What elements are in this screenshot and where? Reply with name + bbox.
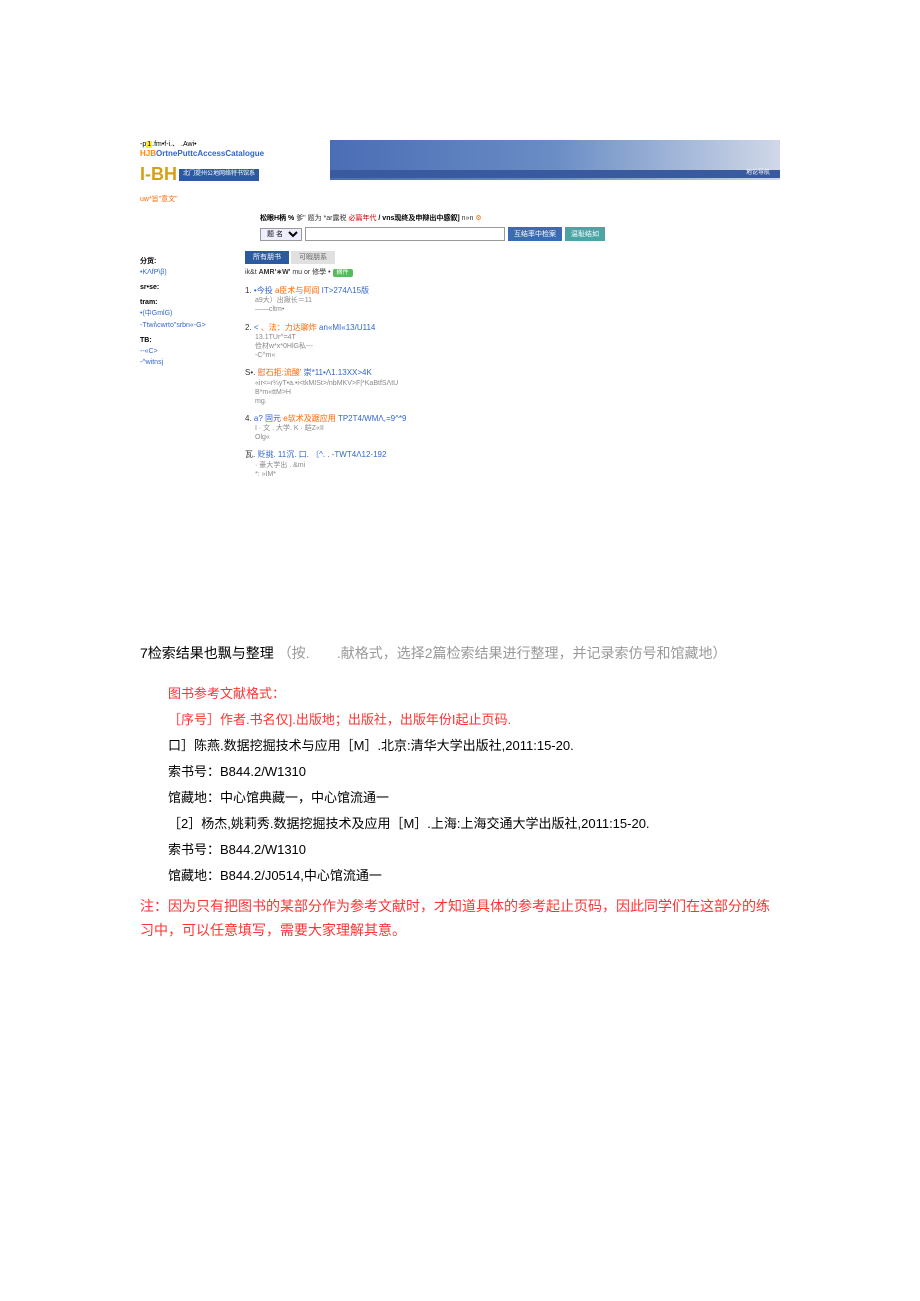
- exercise-section: 7检索结果也飘与整理 （按. .献格式，选择2篇检索结果进行整理，并记录索仿号和…: [140, 639, 780, 943]
- result-item: 瓦. 贬挑. 11沉. 口. 〔^. . -TWT4Λ12-192 · 豪大学出…: [245, 450, 780, 479]
- call2-val: B844.2/W1310: [220, 842, 306, 857]
- banner-text[interactable]: 地论导航: [746, 170, 770, 178]
- facet-tram-link[interactable]: •(中GmlG): [140, 309, 235, 318]
- logo-area: -p1.fm•f-i.、 .Awi• HJBOrtnePuttcAccessCa…: [140, 140, 310, 204]
- filter-rest: mu or 修學 •: [292, 269, 330, 276]
- result-item: 1. •今投 a臣术与阿阎 IT>274Λ15版 a9大）出揪长＝11 ——cl…: [245, 286, 780, 315]
- result-item: S•. 慰石拒:流酸' 崇*11•Λ1.13XX>4K «ir<≈r¼yT•a.…: [245, 368, 780, 406]
- result-sub1: I · 文 . 大学. K · 皑Z«II: [255, 424, 780, 433]
- results-area: 所有朋书 可暇朋系 ik&t AMR'∗W' mu or 修學 • 摘件 1. …: [245, 251, 780, 479]
- result-sub3: mg.: [255, 397, 780, 406]
- result-sub2: 俭材w*x*0HlG私---: [255, 342, 780, 351]
- tab-available[interactable]: 可暇朋系: [291, 251, 335, 264]
- loc2-val: B844.2/J0514,中心馆流通一: [220, 868, 382, 883]
- q7-grey1: （按.: [278, 645, 310, 661]
- brand-ibh: I-BH: [140, 163, 177, 186]
- loc1-label: 馆藏地：: [168, 790, 220, 805]
- facet-w-link[interactable]: -^witnsj: [140, 358, 235, 367]
- reset-button[interactable]: 温耻结如: [565, 227, 605, 241]
- filter-amr: AMR'∗W': [259, 269, 291, 276]
- note-text: 注：因为只有把图书的某部分作为参考文献时，才知道具体的参考起止页码，因此同学们在…: [140, 895, 780, 943]
- facet-tt-link[interactable]: -Ttwi\cwrto"srbn«-G>: [140, 321, 235, 330]
- header-banner: 地论导航: [330, 140, 780, 180]
- result-sub1: · 豪大学出 . &mi: [255, 461, 780, 470]
- question-7-title: 7检索结果也飘与整理 （按. .献格式，选择2篇检索结果进行整理，并记录索仿号和…: [140, 639, 780, 667]
- search-input[interactable]: [305, 227, 505, 241]
- loc1-val: 中心馆典藏一，中心馆流通一: [220, 790, 389, 805]
- facet-category-label: 分货:: [140, 257, 235, 266]
- brand-tag: 北门提州公地网络特书馆系: [179, 169, 259, 181]
- search-bar: 题 名 互结率中检案 温耻结如: [260, 227, 780, 241]
- result-title[interactable]: 2. < 、法：力达聊炸 an«MI«13/U114: [245, 323, 780, 333]
- result-sub2: B*m«ttM>H: [255, 388, 780, 397]
- reference-1: 口］陈燕.数据挖掘技术与应用［M］.北京:清华大学出版社,2011:15-20.: [168, 733, 780, 759]
- logo-line1: -p1.fm•f-i.、 .Awi•: [140, 140, 310, 149]
- reference-2: ［2］杨杰,姚莉秀.数据挖掘技术及应用［M］.上海:上海交通大学出版社,2011…: [168, 811, 780, 837]
- call-number-1: 索书号：B844.2/W1310: [168, 759, 780, 785]
- call1-label: 索书号：: [168, 764, 220, 779]
- result-title[interactable]: 瓦. 贬挑. 11沉. 口. 〔^. . -TWT4Λ12-192: [245, 450, 780, 460]
- result-sub2: Olg«: [255, 433, 780, 442]
- call-number-2: 索书号：B844.2/W1310: [168, 837, 780, 863]
- result-title[interactable]: 1. •今投 a臣术与阿阎 IT>274Λ15版: [245, 286, 780, 296]
- field-select[interactable]: 题 名: [260, 228, 302, 241]
- filter-chip[interactable]: 摘件: [333, 269, 353, 277]
- facet-tb-label: TB:: [140, 336, 235, 345]
- result-sub1: a9大）出揪长＝11: [255, 296, 780, 305]
- si-body: 爹" 题为 *ar露税: [296, 215, 346, 222]
- logo-opac: OrtnePuttcAccessCatalogue: [156, 149, 264, 158]
- result-item: 2. < 、法：力达聊炸 an«MI«13/U114 13.1TUr^=4T 俭…: [245, 323, 780, 361]
- result-sub2: ——cltm•: [255, 305, 780, 314]
- facet-c-link[interactable]: --«C>: [140, 347, 235, 356]
- location-2: 馆藏地：B844.2/J0514,中心馆流通一: [168, 863, 780, 889]
- result-sub3: -C^m«: [255, 351, 780, 360]
- call1-val: B844.2/W1310: [220, 764, 306, 779]
- result-sub2: *: »IM*: [255, 470, 780, 479]
- location-1: 馆藏地：中心馆典藏一，中心馆流通一: [168, 785, 780, 811]
- facet-srse-label: sr•se:: [140, 283, 235, 292]
- result-title[interactable]: 4. a? 固元 e欤术及踞应用 TP2T4/WMΛ,=9^*9: [245, 414, 780, 424]
- search-info: 松眼H柄 % 爹" 题为 *ar露税 必篇年代 / vns现终及申辩出中感叙] …: [260, 214, 780, 223]
- result-sub1: «ir<≈r¼yT•a.•i<tkMISt>/nbMKV>F|*KaBtfSΛt…: [255, 379, 780, 388]
- si-after: / vns现终及申辩出中感叙]: [378, 215, 459, 222]
- result-sub1: 13.1TUr^=4T: [255, 333, 780, 342]
- q7-num: 7: [140, 645, 148, 661]
- search-in-results-button[interactable]: 互结率中检案: [508, 227, 562, 241]
- si-mid: 必篇年代: [348, 215, 376, 222]
- format-header: 图书参考文献格式：: [168, 681, 780, 707]
- result-item: 4. a? 固元 e欤术及踞应用 TP2T4/WMΛ,=9^*9 I · 文 .…: [245, 414, 780, 443]
- result-title[interactable]: S•. 慰石拒:流酸' 崇*11•Λ1.13XX>4K: [245, 368, 780, 378]
- facet-category-link[interactable]: •KΛfP\β): [140, 268, 235, 277]
- gear-icon[interactable]: ⚙: [475, 215, 481, 222]
- si-tail: n»n: [462, 215, 474, 222]
- facet-tram-label: tram:: [140, 298, 235, 307]
- uw-label: uw*旨"意文": [140, 195, 310, 204]
- results-tabs: 所有朋书 可暇朋系: [245, 251, 780, 264]
- logo-hjb: HJB: [140, 149, 156, 158]
- logo-line1-rest: .fm•f-i.、 .Awi•: [152, 141, 196, 148]
- catalog-screenshot: -p1.fm•f-i.、 .Awi• HJBOrtnePuttcAccessCa…: [140, 140, 780, 479]
- tab-all-books[interactable]: 所有朋书: [245, 251, 289, 264]
- facet-sidebar: 分货: •KΛfP\β) sr•se: tram: •(中GmlG) -Ttwi…: [140, 251, 235, 479]
- si-prefix: 松眼H柄 %: [260, 215, 294, 222]
- q7-grey2: .献格式，选择2篇检索结果进行整理，并记录索仿号和馆藏地）: [337, 645, 727, 661]
- q7-black: 检索结果也飘与整理: [148, 645, 274, 661]
- format-template: ［序号］作者.书名仅].出版地；出版社，出版年份I起止页码.: [168, 707, 780, 733]
- filter-prefix: ik&t: [245, 269, 257, 276]
- call2-label: 索书号：: [168, 842, 220, 857]
- loc2-label: 馆藏地：: [168, 868, 220, 883]
- filter-row: ik&t AMR'∗W' mu or 修學 • 摘件: [245, 268, 780, 278]
- logo-line2: HJBOrtnePuttcAccessCatalogue: [140, 149, 310, 159]
